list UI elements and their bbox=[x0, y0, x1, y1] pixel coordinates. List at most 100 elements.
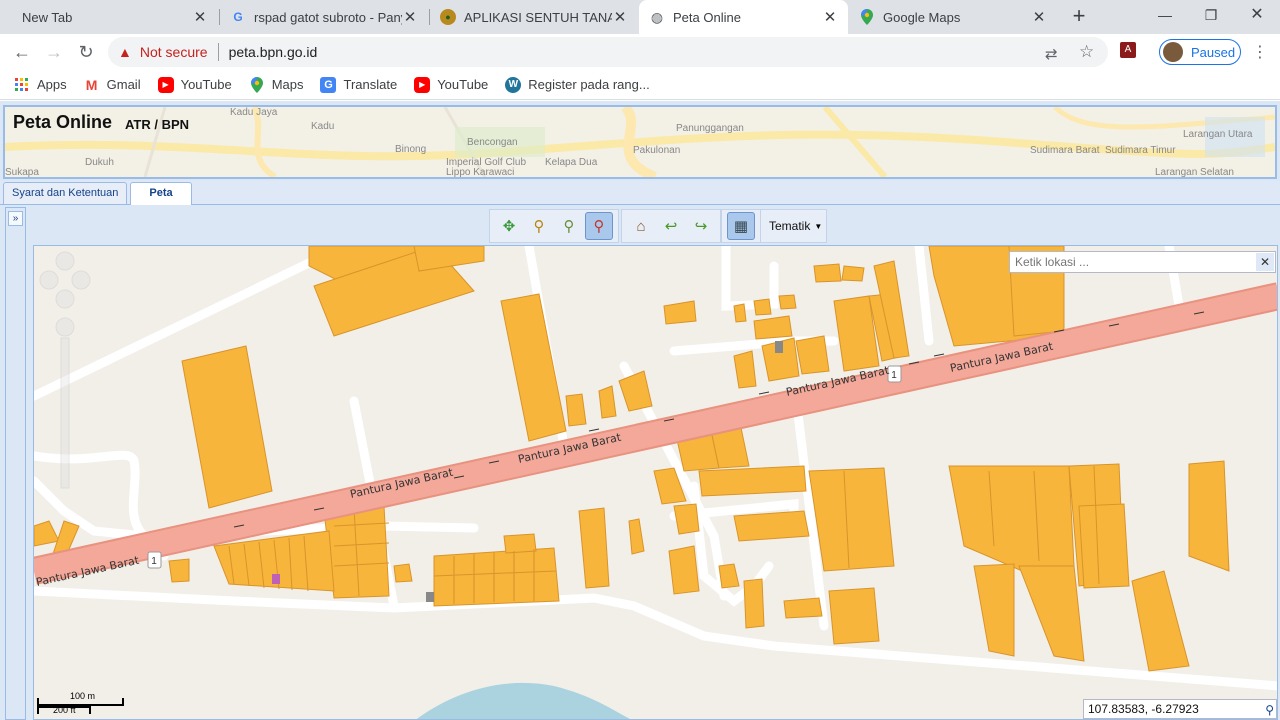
zoom-plus-icon bbox=[55, 317, 75, 337]
river-shape bbox=[416, 682, 631, 719]
avatar bbox=[1163, 42, 1183, 62]
banner-place-label: Kelapa Dua bbox=[545, 157, 598, 168]
tab-title: New Tab bbox=[22, 9, 73, 25]
banner-place-label: Pakulonan bbox=[633, 145, 681, 156]
restore-icon[interactable]: ❐ bbox=[1188, 0, 1234, 30]
banner-place-label: Kadu Jaya bbox=[230, 107, 278, 118]
pdf-extension-icon[interactable]: A bbox=[1120, 42, 1136, 58]
url-text[interactable]: peta.bpn.go.id bbox=[229, 44, 318, 60]
globe-icon: ◍ bbox=[650, 8, 664, 25]
window-close-icon[interactable]: ✕ bbox=[1234, 0, 1280, 30]
bookmark-label: Maps bbox=[271, 77, 304, 92]
pan-up-icon bbox=[55, 251, 75, 271]
tematik-menu[interactable]: Tematik ▼ bbox=[760, 209, 828, 243]
bookmarks-bar: Apps M Gmail ▶ YouTube Maps G Translate … bbox=[0, 70, 1280, 100]
minimize-icon[interactable]: — bbox=[1142, 0, 1188, 30]
omnibox-divider bbox=[217, 43, 219, 61]
zoom-in-icon[interactable]: ⚲ bbox=[525, 212, 553, 240]
banner-place-label: Kadu bbox=[311, 121, 335, 132]
navigation-tool-group: ✥ ⚲ ⚲ ⚲ bbox=[489, 209, 619, 243]
banner-place-label: Bencongan bbox=[467, 137, 518, 148]
zoom-box-icon[interactable]: ⚲ bbox=[555, 212, 583, 240]
address-bar[interactable]: ▲ Not secure peta.bpn.go.id ⇄ ☆ bbox=[108, 37, 1108, 67]
bookmark-youtube[interactable]: ▶ YouTube bbox=[157, 76, 232, 93]
tab-syarat-dan-ketentuan[interactable]: Syarat dan Ketentuan bbox=[3, 182, 128, 204]
map-canvas[interactable]: 1 1 Pantura Jawa Barat Pantura Jawa Bara… bbox=[34, 246, 1278, 720]
bookmark-star-icon[interactable]: ☆ bbox=[1079, 42, 1094, 62]
layer-icon[interactable]: ▦ bbox=[727, 212, 755, 240]
location-search-input[interactable] bbox=[1010, 252, 1256, 272]
wordpress-icon: W bbox=[505, 76, 522, 93]
new-tab-button[interactable]: + bbox=[1068, 5, 1090, 27]
translate-icon: G bbox=[320, 76, 337, 93]
bookmark-gmail[interactable]: M Gmail bbox=[84, 77, 141, 93]
peta-online-app: Kadu Jaya Kadu Binong Bencongan Imperial… bbox=[0, 101, 1280, 720]
bookmark-translate[interactable]: G Translate bbox=[320, 76, 397, 93]
close-icon[interactable]: ✕ bbox=[1031, 8, 1047, 26]
banner-place-label: Panunggangan bbox=[676, 123, 744, 134]
profile-status: Paused bbox=[1191, 44, 1236, 60]
banner-place-label: Larangan Utara bbox=[1183, 129, 1253, 140]
close-icon[interactable]: ✕ bbox=[402, 8, 418, 26]
security-label[interactable]: Not secure bbox=[140, 44, 208, 60]
back-arrow-icon[interactable]: ← bbox=[10, 40, 34, 64]
close-icon[interactable]: ✕ bbox=[822, 8, 838, 26]
collapsed-side-panel: » bbox=[5, 207, 26, 720]
tab-peta[interactable]: Peta bbox=[130, 182, 192, 205]
google-icon: G bbox=[233, 10, 243, 24]
pan-left-icon bbox=[39, 270, 59, 290]
back-icon[interactable]: ↩ bbox=[657, 212, 685, 240]
translate-page-icon[interactable]: ⇄ bbox=[1045, 45, 1058, 63]
tab-title: rspad gatot subroto - Panyl bbox=[254, 9, 402, 25]
forward-icon[interactable]: ↪ bbox=[687, 212, 715, 240]
youtube-icon: ▶ bbox=[414, 76, 431, 93]
browser-toolbar: ← → ↻ ▲ Not secure peta.bpn.go.id ⇄ ☆ A … bbox=[0, 34, 1280, 70]
tematik-label[interactable]: Tematik bbox=[765, 219, 814, 233]
location-search: ✕ bbox=[1009, 251, 1276, 273]
app-subtitle: ATR / BPN bbox=[125, 117, 190, 132]
home-icon[interactable]: ⌂ bbox=[627, 212, 655, 240]
pan-icon[interactable]: ✥ bbox=[495, 212, 523, 240]
app-tabbar: Syarat dan Ketentuan Peta bbox=[0, 181, 1280, 205]
bookmark-youtube-2[interactable]: ▶ YouTube bbox=[414, 76, 489, 93]
coordinate-display: 107.83583, -6.27923 ⚲ bbox=[1083, 699, 1277, 719]
bookmark-maps[interactable]: Maps bbox=[249, 76, 304, 93]
browser-tab-sentuh-tanahku[interactable]: ● APLIKASI SENTUH TANAHK ✕ bbox=[430, 0, 638, 34]
banner-place-label: Lippo Karawaci bbox=[446, 167, 515, 178]
browser-tab-google-maps[interactable]: Google Maps ✕ bbox=[849, 0, 1057, 34]
banner-place-label: Sudimara Barat bbox=[1030, 145, 1100, 156]
close-icon[interactable]: ✕ bbox=[612, 8, 628, 26]
banner-place-label: Binong bbox=[395, 144, 427, 155]
browser-tab-new-tab[interactable]: New Tab ✕ bbox=[8, 0, 218, 34]
history-tool-group: ⌂ ↩ ↪ bbox=[621, 209, 721, 243]
clear-icon[interactable]: ✕ bbox=[1256, 253, 1274, 271]
special-parcel bbox=[775, 341, 783, 353]
bookmark-apps[interactable]: Apps bbox=[14, 77, 67, 93]
tab-title: APLIKASI SENTUH TANAHK bbox=[464, 9, 612, 25]
forward-arrow-icon[interactable]: → bbox=[42, 40, 66, 64]
bookmark-label: YouTube bbox=[437, 77, 489, 92]
close-icon[interactable]: ✕ bbox=[192, 8, 208, 26]
header-banner: Kadu Jaya Kadu Binong Bencongan Imperial… bbox=[3, 105, 1277, 179]
zoom-out-icon[interactable]: ⚲ bbox=[585, 212, 613, 240]
pan-down-icon bbox=[55, 289, 75, 309]
dropdown-arrow-icon: ▼ bbox=[814, 221, 823, 231]
tab-title: Peta Online bbox=[673, 9, 741, 25]
browser-tab-rspad[interactable]: G rspad gatot subroto - Panyl ✕ bbox=[220, 0, 428, 34]
scale-label-imperial: 200 ft bbox=[53, 705, 76, 715]
layer-tool-group: ▦ bbox=[721, 209, 761, 243]
banner-map-background bbox=[5, 107, 1275, 177]
reload-icon[interactable]: ↻ bbox=[74, 40, 98, 64]
bookmark-label: Gmail bbox=[106, 77, 141, 92]
profile-button[interactable]: Paused bbox=[1159, 39, 1241, 65]
browser-tab-peta-online[interactable]: ◍ Peta Online ✕ bbox=[639, 0, 848, 34]
bookmark-label: Register pada rang... bbox=[528, 77, 650, 92]
menu-icon[interactable]: ⋮ bbox=[1252, 42, 1268, 62]
warning-icon[interactable]: ▲ bbox=[118, 44, 132, 60]
bookmark-register[interactable]: W Register pada rang... bbox=[505, 76, 650, 93]
search-icon[interactable]: ⚲ bbox=[1265, 701, 1274, 719]
app-title: Peta Online bbox=[13, 112, 113, 132]
coordinate-value: 107.83583, -6.27923 bbox=[1088, 702, 1199, 716]
map-viewport[interactable]: 1 1 Pantura Jawa Barat Pantura Jawa Bara… bbox=[33, 245, 1278, 720]
expand-panel-icon[interactable]: » bbox=[8, 211, 23, 226]
